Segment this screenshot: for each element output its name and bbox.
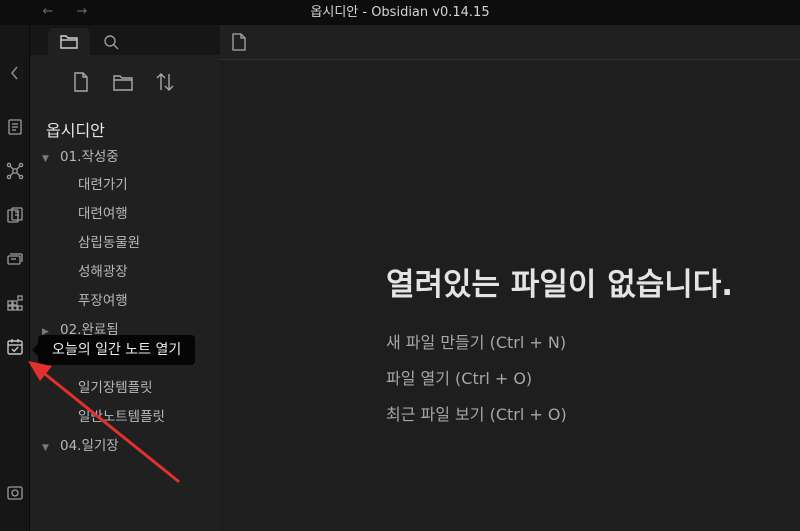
folder-item[interactable]: ▼ 01.작성중 (30, 145, 119, 169)
folder-label: 04.일기장 (60, 438, 119, 454)
folder-item[interactable]: ▼ 04.일기장 (30, 434, 119, 458)
file-item[interactable]: 삼립동물원 (30, 231, 140, 255)
file-item[interactable]: 대련가기 (30, 173, 128, 197)
folder-label: 01.작성중 (60, 149, 119, 165)
folder-icon (60, 35, 78, 49)
daily-note-tooltip: 오늘의 일간 노트 열기 (31, 335, 196, 365)
file-icon (232, 33, 246, 51)
open-quick-switcher-icon[interactable] (5, 117, 25, 137)
slides-icon[interactable] (5, 249, 25, 269)
sidebar-tab-bar (30, 25, 220, 55)
main-editor-pane: 열려있는 파일이 없습니다. 새 파일 만들기 (Ctrl + N) 파일 열기… (220, 25, 800, 531)
pane-header (220, 25, 800, 60)
vault-switcher-icon[interactable] (5, 483, 25, 503)
chevron-down-icon: ▼ (42, 154, 49, 164)
new-note-icon[interactable] (70, 71, 92, 93)
file-explorer-toolbar (30, 67, 220, 97)
window-title: 옵시디안 - Obsidian v0.14.15 (310, 5, 490, 20)
sort-order-icon[interactable] (154, 71, 176, 93)
daily-note-calendar-icon[interactable] (5, 337, 25, 357)
graph-view-icon[interactable] (5, 161, 25, 181)
recent-files-link[interactable]: 최근 파일 보기 (Ctrl + O) (386, 401, 567, 425)
file-item[interactable]: 성해광장 (30, 260, 128, 284)
collapse-sidebar-icon[interactable] (5, 63, 25, 83)
tab-search[interactable] (90, 28, 132, 55)
file-item[interactable]: 일반노트템플릿 (30, 405, 165, 429)
chevron-down-icon: ▼ (42, 443, 49, 453)
new-folder-icon[interactable] (112, 71, 134, 93)
vault-name: 옵시디안 (46, 121, 105, 140)
file-explorer-sidebar: 옵시디안 ▼ 01.작성중 대련가기 대련여행 삼립동물원 성해광장 푸장여행 ▶… (30, 25, 220, 531)
file-item[interactable]: 일기장템플릿 (30, 376, 153, 400)
tab-file-explorer[interactable] (48, 28, 90, 55)
open-file-link[interactable]: 파일 열기 (Ctrl + O) (386, 365, 532, 389)
file-item[interactable]: 푸장여행 (30, 289, 128, 313)
title-bar: ← → 옵시디안 - Obsidian v0.14.15 (0, 0, 800, 25)
left-ribbon (0, 25, 30, 531)
create-new-file-link[interactable]: 새 파일 만들기 (Ctrl + N) (386, 329, 566, 353)
empty-state-title: 열려있는 파일이 없습니다. (386, 267, 734, 303)
file-item[interactable]: 대련여행 (30, 202, 128, 226)
templates-icon[interactable] (5, 205, 25, 225)
plugins-grid-icon[interactable] (5, 293, 25, 313)
search-icon (104, 35, 119, 50)
